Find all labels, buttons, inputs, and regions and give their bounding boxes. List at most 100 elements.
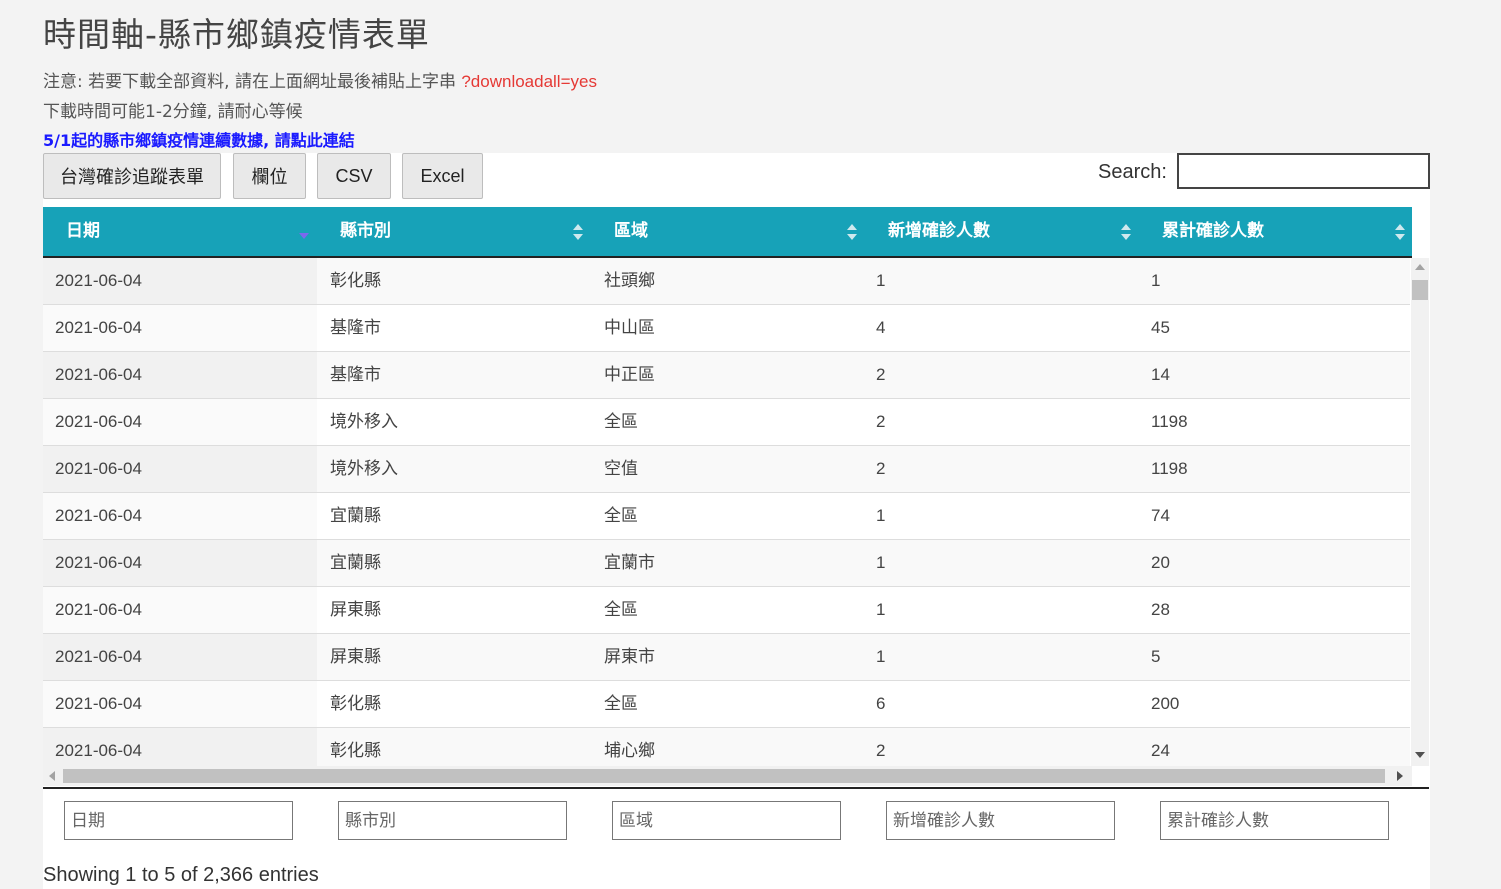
cell-area: 埔心鄉 <box>604 741 655 761</box>
footer-divider <box>43 787 1429 789</box>
filter-date-input[interactable] <box>64 801 293 840</box>
cell-new-cases: 1 <box>876 647 886 666</box>
cell-total-cases: 28 <box>1151 600 1170 619</box>
download-note-text: 注意: 若要下載全部資料, 請在上面網址最後補貼上字串 <box>43 72 462 92</box>
filter-county-input[interactable] <box>338 801 567 840</box>
cell-area: 社頭鄉 <box>604 271 655 291</box>
table-info: Showing 1 to 5 of 2,366 entries <box>43 864 319 886</box>
filter-new-cases-input[interactable] <box>886 801 1115 840</box>
header-label: 累計確診人數 <box>1162 221 1264 241</box>
cell-total-cases: 24 <box>1151 741 1170 760</box>
header-label: 縣市別 <box>340 221 391 241</box>
cell-total-cases: 1198 <box>1151 459 1188 478</box>
table-row[interactable]: 2021-06-04 屏東縣 全區 1 28 <box>43 587 1410 634</box>
sort-both-icon <box>1395 224 1405 240</box>
cell-total-cases: 14 <box>1151 365 1170 384</box>
datatable-panel: 台灣確診追蹤表單 欄位 CSV Excel Search: 日期 縣市別 區域 新增確… <box>43 153 1430 889</box>
cell-date: 2021-06-04 <box>55 694 142 713</box>
continuous-data-link[interactable]: 5/1起的縣市鄉鎮疫情連續數據, 請點此連結 <box>43 127 355 151</box>
table-row[interactable]: 2021-06-04 宜蘭縣 全區 1 74 <box>43 493 1410 540</box>
vertical-scrollbar[interactable] <box>1411 258 1429 766</box>
table-row[interactable]: 2021-06-04 彰化縣 埔心鄉 2 24 <box>43 728 1410 766</box>
table-body: 2021-06-04 彰化縣 社頭鄉 1 1 2021-06-04 基隆市 中山區 4 45 202… <box>43 258 1412 766</box>
table-header: 日期 縣市別 區域 新增確診人數 累計確診人數 <box>43 207 1412 258</box>
cell-date: 2021-06-04 <box>55 365 142 384</box>
cell-county: 屏東縣 <box>330 647 381 667</box>
search-input[interactable] <box>1177 153 1430 189</box>
scroll-left-arrow-icon[interactable] <box>49 771 55 781</box>
horizontal-scroll-thumb[interactable] <box>63 769 1385 783</box>
cell-new-cases: 1 <box>876 506 886 525</box>
cell-new-cases: 2 <box>876 741 886 760</box>
table-row[interactable]: 2021-06-04 基隆市 中正區 2 14 <box>43 352 1410 399</box>
header-label: 區域 <box>614 221 648 241</box>
cell-total-cases: 5 <box>1151 647 1161 666</box>
cell-new-cases: 6 <box>876 694 886 713</box>
filter-area-input[interactable] <box>612 801 841 840</box>
header-col-county[interactable]: 縣市別 <box>340 207 591 256</box>
table-row[interactable]: 2021-06-04 屏東縣 屏東市 1 5 <box>43 634 1410 681</box>
cell-total-cases: 200 <box>1151 694 1180 713</box>
cell-area: 空值 <box>604 459 638 479</box>
cell-new-cases: 2 <box>876 365 886 384</box>
page-title: 時間軸-縣市鄉鎮疫情表單 <box>43 15 430 54</box>
table-row[interactable]: 2021-06-04 彰化縣 社頭鄉 1 1 <box>43 258 1410 305</box>
cell-total-cases: 1 <box>1151 271 1161 290</box>
tracking-form-button[interactable]: 台灣確診追蹤表單 <box>43 153 221 199</box>
table-row[interactable]: 2021-06-04 基隆市 中山區 4 45 <box>43 305 1410 352</box>
cell-county: 宜蘭縣 <box>330 506 381 526</box>
cell-total-cases: 74 <box>1151 506 1170 525</box>
cell-county: 屏東縣 <box>330 600 381 620</box>
table-row[interactable]: 2021-06-04 彰化縣 全區 6 200 <box>43 681 1410 728</box>
sort-descending-icon <box>299 233 309 239</box>
cell-date: 2021-06-04 <box>55 506 142 525</box>
cell-date: 2021-06-04 <box>55 412 142 431</box>
sort-both-icon <box>1121 224 1131 240</box>
cell-county: 彰化縣 <box>330 271 381 291</box>
cell-new-cases: 1 <box>876 271 886 290</box>
cell-date: 2021-06-04 <box>55 741 142 760</box>
cell-county: 彰化縣 <box>330 741 381 761</box>
table-row[interactable]: 2021-06-04 宜蘭縣 宜蘭市 1 20 <box>43 540 1410 587</box>
cell-area: 屏東市 <box>604 647 655 667</box>
columns-button[interactable]: 欄位 <box>233 153 306 199</box>
cell-date: 2021-06-04 <box>55 318 142 337</box>
cell-area: 中山區 <box>604 318 655 338</box>
cell-county: 宜蘭縣 <box>330 553 381 573</box>
filter-total-cases-input[interactable] <box>1160 801 1389 840</box>
header-col-total-cases[interactable]: 累計確診人數 <box>1162 207 1413 256</box>
cell-date: 2021-06-04 <box>55 553 142 572</box>
excel-button[interactable]: Excel <box>402 153 483 199</box>
header-col-new-cases[interactable]: 新增確診人數 <box>888 207 1139 256</box>
header-col-date[interactable]: 日期 <box>66 207 317 256</box>
horizontal-scrollbar[interactable] <box>43 766 1412 786</box>
scroll-up-arrow-icon[interactable] <box>1415 264 1425 270</box>
cell-date: 2021-06-04 <box>55 600 142 619</box>
cell-new-cases: 1 <box>876 600 886 619</box>
table-row[interactable]: 2021-06-04 境外移入 空值 2 1198 <box>43 446 1410 493</box>
cell-total-cases: 45 <box>1151 318 1170 337</box>
cell-date: 2021-06-04 <box>55 459 142 478</box>
cell-area: 全區 <box>604 506 638 526</box>
cell-date: 2021-06-04 <box>55 271 142 290</box>
sort-both-icon <box>847 224 857 240</box>
search-label: Search: <box>1098 161 1167 183</box>
sort-both-icon <box>573 224 583 240</box>
cell-area: 全區 <box>604 694 638 714</box>
header-col-area[interactable]: 區域 <box>614 207 865 256</box>
scroll-down-arrow-icon[interactable] <box>1415 752 1425 758</box>
cell-new-cases: 2 <box>876 459 886 478</box>
cell-area: 中正區 <box>604 365 655 385</box>
cell-area: 全區 <box>604 412 638 432</box>
download-note: 注意: 若要下載全部資料, 請在上面網址最後補貼上字串 ?downloadall… <box>43 67 597 92</box>
csv-button[interactable]: CSV <box>317 153 391 199</box>
download-param: ?downloadall=yes <box>461 72 597 91</box>
cell-new-cases: 4 <box>876 318 886 337</box>
table-row[interactable]: 2021-06-04 境外移入 全區 2 1198 <box>43 399 1410 446</box>
vertical-scroll-thumb[interactable] <box>1412 280 1428 300</box>
cell-new-cases: 2 <box>876 412 886 431</box>
cell-total-cases: 1198 <box>1151 412 1188 431</box>
download-time-note: 下載時間可能1-2分鐘, 請耐心等候 <box>43 102 303 122</box>
cell-area: 宜蘭市 <box>604 553 655 573</box>
scroll-right-arrow-icon[interactable] <box>1397 771 1403 781</box>
